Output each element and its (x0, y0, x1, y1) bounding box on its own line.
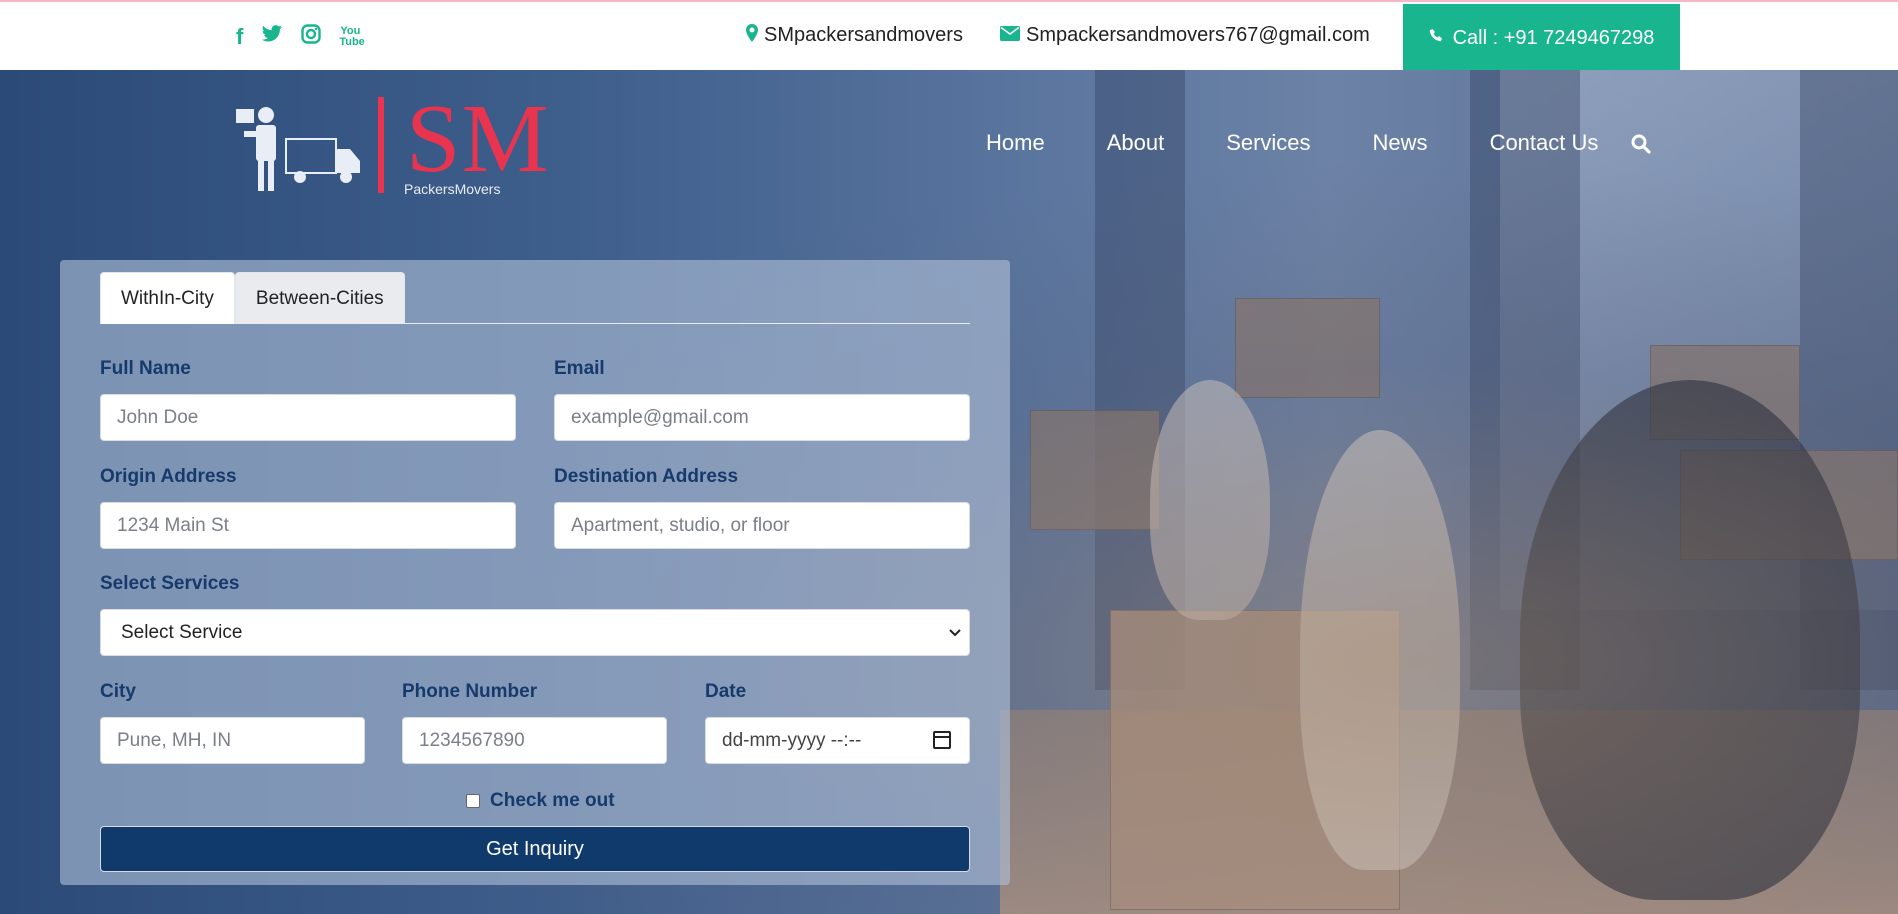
social-links: f You Tube (236, 24, 365, 49)
call-label: Call : +91 7249467298 (1452, 26, 1655, 49)
email-item[interactable]: Smpackersandmovers767@gmail.com (1000, 24, 1370, 47)
top-bar: f You Tube SMpackersandmovers Smpackersan… (0, 0, 1898, 72)
check-me-out-label[interactable]: Check me out (490, 790, 615, 812)
chevron-down-icon (949, 625, 961, 641)
address-item: SMpackersandmovers (746, 24, 963, 47)
email-text: Smpackersandmovers767@gmail.com (1026, 24, 1370, 46)
services-select-value: Select Service (121, 621, 243, 643)
site-logo[interactable]: SM PackersMovers (234, 89, 604, 197)
nav-news[interactable]: News (1373, 130, 1428, 156)
phone-number-input[interactable]: 1234567890 (402, 717, 667, 764)
destination-address-input[interactable]: Apartment, studio, or floor (554, 502, 970, 549)
nav-services[interactable]: Services (1226, 130, 1310, 156)
services-select[interactable]: Select Service (100, 609, 970, 656)
city-label: City (100, 681, 136, 702)
call-button[interactable]: Call : +91 7249467298 (1403, 4, 1680, 72)
instagram-icon[interactable] (301, 24, 322, 49)
email-label: Email (554, 358, 605, 379)
search-icon[interactable] (1631, 134, 1651, 154)
origin-address-label: Origin Address (100, 466, 237, 487)
city-input[interactable]: Pune, MH, IN (100, 717, 365, 764)
phone-icon (1429, 27, 1445, 50)
nav-contact-us[interactable]: Contact Us (1490, 130, 1599, 156)
nav-about[interactable]: About (1107, 130, 1165, 156)
logo-subtitle: PackersMovers (404, 181, 501, 197)
tab-between-cities[interactable]: Between-Cities (234, 272, 405, 324)
email-input[interactable]: example@gmail.com (554, 394, 970, 441)
calendar-icon[interactable] (933, 731, 951, 749)
inquiry-form-panel: WithIn-City Between-Cities Full Name Joh… (60, 260, 1010, 885)
select-services-label: Select Services (100, 573, 240, 594)
tab-within-city[interactable]: WithIn-City (100, 272, 235, 324)
check-me-out-row: Check me out (466, 790, 615, 812)
address-text: SMpackersandmovers (764, 24, 963, 46)
full-name-label: Full Name (100, 358, 191, 379)
form-tabs: WithIn-City Between-Cities (100, 272, 970, 324)
date-placeholder: dd-mm-yyyy --:-- (722, 729, 862, 751)
map-pin-icon (746, 24, 758, 47)
main-nav: Home About Services News Contact Us (986, 130, 1660, 156)
get-inquiry-button[interactable]: Get Inquiry (100, 826, 970, 872)
date-label: Date (705, 681, 747, 702)
origin-address-input[interactable]: 1234 Main St (100, 502, 516, 549)
facebook-icon[interactable]: f (236, 24, 243, 49)
full-name-input[interactable]: John Doe (100, 394, 516, 441)
nav-home[interactable]: Home (986, 130, 1045, 156)
youtube-icon[interactable]: You Tube (339, 25, 364, 48)
mover-truck-icon (236, 107, 360, 191)
date-input[interactable]: dd-mm-yyyy --:-- (705, 717, 970, 764)
check-me-out-checkbox[interactable] (466, 794, 480, 808)
envelope-icon (1000, 25, 1020, 46)
phone-number-label: Phone Number (402, 681, 538, 702)
hero-section: SM PackersMovers Home About Services New… (0, 70, 1898, 914)
logo-divider (378, 97, 384, 193)
destination-address-label: Destination Address (554, 466, 739, 487)
twitter-icon[interactable] (261, 24, 283, 49)
logo-initials: SM (406, 85, 550, 193)
